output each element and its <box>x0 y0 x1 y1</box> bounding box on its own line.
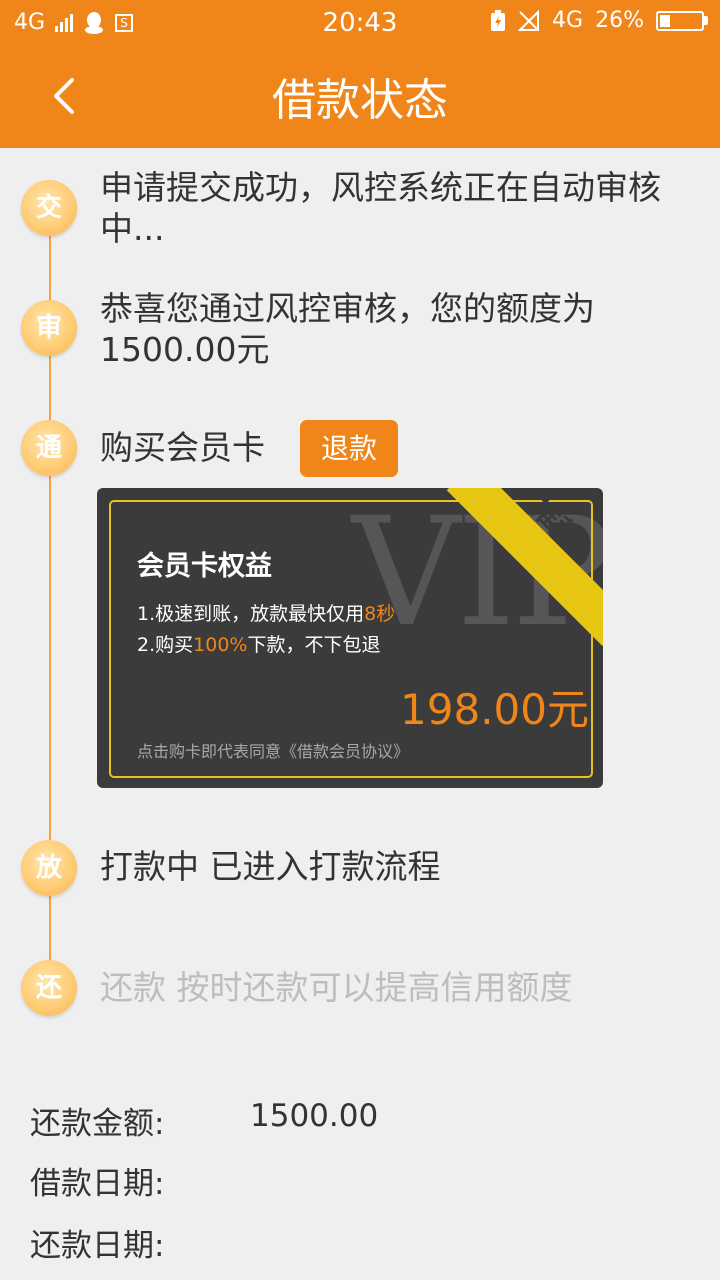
repay-amount-value: 1500.00 <box>250 1098 379 1134</box>
benefit-2-highlight: 100% <box>193 634 248 656</box>
member-card[interactable]: VIP 推荐 会员卡权益 1.极速到账，放款最快仅用8秒 2.购买100%下款，… <box>97 488 603 788</box>
network-label-right: 4G <box>552 8 584 33</box>
timeline-connector <box>49 476 51 840</box>
card-price: 198.00元 <box>400 685 589 734</box>
benefit-2: 2.购买100%下款，不下包退 <box>137 630 380 657</box>
loan-date-label: 借款日期: <box>30 1166 165 1202</box>
step-text-buy-card: 购买会员卡 <box>100 428 265 467</box>
benefit-2-text: 2.购买 <box>137 634 194 656</box>
benefit-1: 1.极速到账，放款最快仅用8秒 <box>137 599 395 626</box>
charging-icon <box>491 9 506 31</box>
timeline-connector <box>49 236 51 300</box>
step-text-review: 恭喜您通过风控审核，您的额度为1500.00元 <box>100 289 595 369</box>
benefit-1-text: 1.极速到账，放款最快仅用 <box>137 603 365 625</box>
refund-button[interactable]: 退款 <box>300 420 398 477</box>
timeline-connector <box>49 356 51 420</box>
battery-percent: 26% <box>595 8 644 33</box>
timeline-connector <box>49 896 51 960</box>
benefit-2-suffix: 下款，不下包退 <box>247 634 381 656</box>
status-right: 4G 26% <box>490 8 708 33</box>
page-title: 借款状态 <box>272 75 448 126</box>
wifi-off-icon <box>518 9 540 31</box>
card-title: 会员卡权益 <box>137 551 272 582</box>
repay-date-label: 还款日期: <box>30 1228 165 1264</box>
status-bar: 4G S 20:43 4G 26% <box>0 0 720 48</box>
step-badge-review: 审 <box>21 300 77 356</box>
step-text-disburse: 打款中 已进入打款流程 <box>100 847 441 886</box>
repay-amount-label: 还款金额: <box>30 1106 165 1142</box>
step-badge-disburse: 放 <box>21 840 77 896</box>
header-bar: 4G S 20:43 4G 26% 借款状态 <box>0 0 720 148</box>
step-badge-pass: 通 <box>21 420 77 476</box>
agreement-link[interactable]: 点击购卡即代表同意《借款会员协议》 <box>137 738 409 762</box>
step-text-submit: 申请提交成功，风控系统正在自动审核中... <box>100 168 661 248</box>
step-text-repay: 还款 按时还款可以提高信用额度 <box>100 968 573 1007</box>
step-badge-submit: 交 <box>21 180 77 236</box>
step-badge-repay: 还 <box>21 960 77 1016</box>
benefit-1-highlight: 8秒 <box>364 603 396 625</box>
battery-icon <box>656 10 708 31</box>
